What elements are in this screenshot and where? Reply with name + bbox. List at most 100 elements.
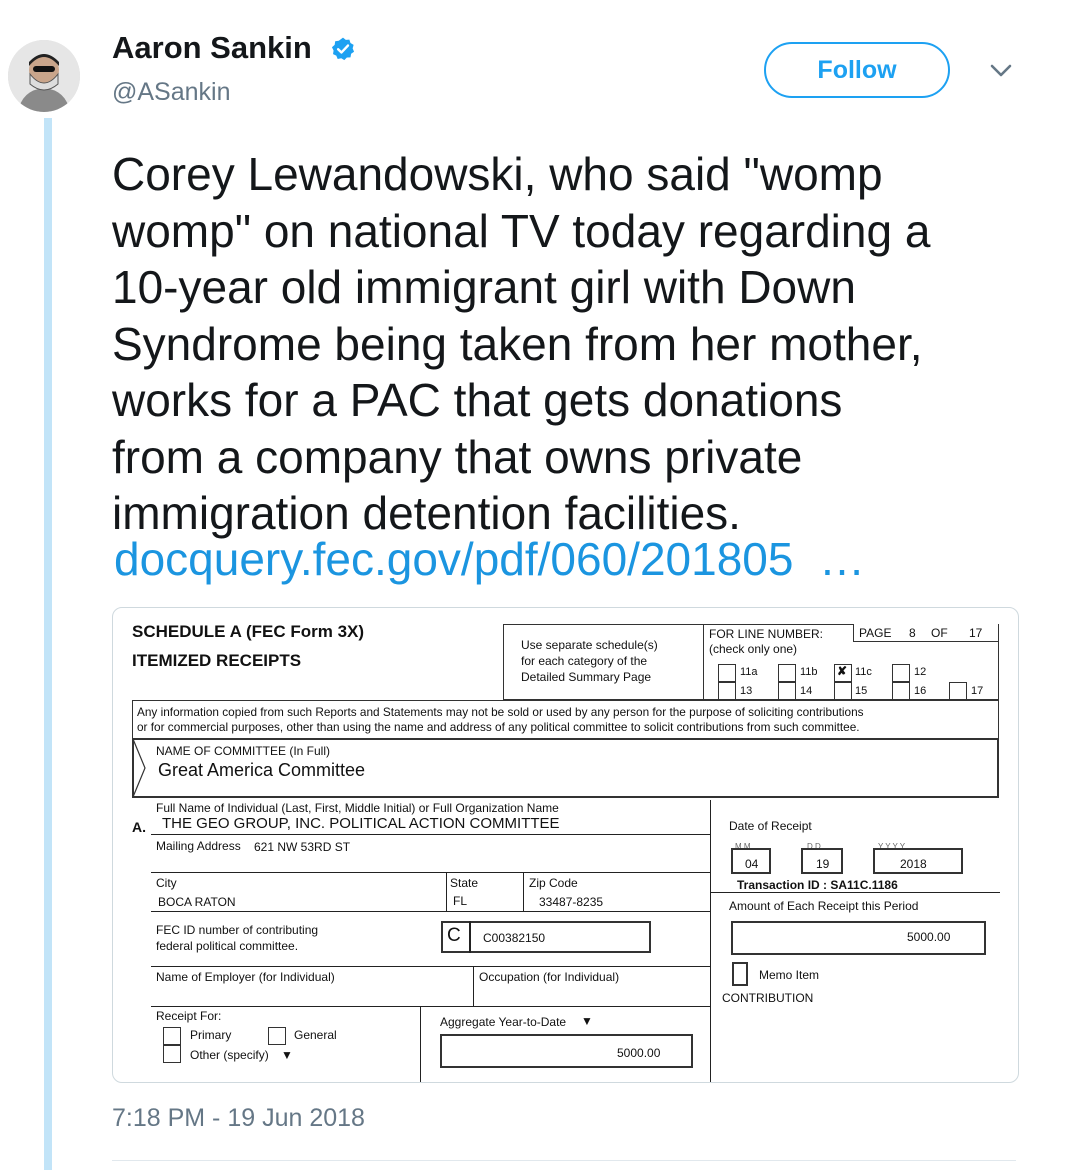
full-name-label: Full Name of Individual (Last, First, Mi… [156,801,559,815]
separate-text-3: Detailed Summary Page [521,670,652,684]
fec-id-field[interactable] [441,921,651,953]
aggregate-label: Aggregate Year-to-Date [440,1015,567,1029]
line-15-label: 15 [855,685,868,697]
rule [151,872,711,873]
line-13-label: 13 [740,685,753,697]
arrow-marker-icon [133,739,146,797]
date-month: 04 [745,857,759,871]
line-11b-label: 11b [800,666,818,678]
rule [446,872,447,912]
fec-form-image[interactable]: SCHEDULE A (FEC Form 3X) ITEMIZED RECEIP… [112,607,1019,1083]
aggregate-value: 5000.00 [617,1046,661,1060]
primary-label: Primary [190,1028,232,1042]
line-17-checkbox[interactable] [949,682,967,700]
date-label: Date of Receipt [729,819,812,833]
disclaimer-line-2: or for commercial purposes, other than u… [137,720,860,734]
other-dropdown-icon: ▼ [281,1048,293,1062]
tweet-link[interactable]: docquery.fec.gov/pdf/060/201805 … [114,532,865,586]
form-subtitle: ITEMIZED RECEIPTS [132,651,302,670]
rule [523,872,524,912]
zip-label: Zip Code [529,876,578,890]
rule [473,966,474,1006]
line-14-label: 14 [800,685,813,697]
primary-checkbox[interactable] [163,1027,181,1045]
rule [151,911,711,912]
line-11b-checkbox[interactable] [778,664,796,682]
amount-label: Amount of Each Receipt this Period [729,899,919,913]
date-day: 19 [816,857,830,871]
rule [710,800,711,1082]
aggregate-dropdown-icon: ▼ [581,1014,593,1028]
fec-id-value: C00382150 [483,931,546,945]
fec-id-prefix: C [447,925,461,946]
general-label: General [294,1028,337,1042]
author-handle[interactable]: @ASankin [112,78,231,107]
check-only-label: (check only one) [709,642,798,656]
rule [151,834,711,835]
tweet-timestamp[interactable]: 7:18 PM - 19 Jun 2018 [112,1104,365,1133]
general-checkbox[interactable] [268,1027,286,1045]
full-name-value: THE GEO GROUP, INC. POLITICAL ACTION COM… [162,815,560,832]
committee-label: NAME OF COMMITTEE (In Full) [156,744,330,758]
section-letter: A. [132,819,146,835]
city-label: City [156,876,177,890]
contribution-label: CONTRIBUTION [722,991,814,1005]
fec-id-label-1: FEC ID number of contributing [156,923,319,937]
mailing-label: Mailing Address [156,839,241,853]
chevron-down-icon[interactable] [986,58,1016,82]
for-line-label: FOR LINE NUMBER: [709,627,824,641]
memo-checkbox[interactable] [732,962,748,986]
avatar[interactable] [8,40,80,112]
city-value: BOCA RATON [158,895,236,909]
divider [112,1160,1016,1161]
line-15-checkbox[interactable] [834,682,852,700]
line-16-checkbox[interactable] [892,682,910,700]
page-label: PAGE [859,626,892,640]
rule [151,966,711,967]
tweet-link-text[interactable]: docquery.fec.gov/pdf/060/201805 [114,533,793,585]
disclaimer-line-1: Any information copied from such Reports… [137,705,864,719]
committee-name: Great America Committee [158,760,366,780]
mailing-value: 621 NW 53RD ST [254,840,351,854]
line-13-checkbox[interactable] [718,682,736,700]
tweet-link-ellipsis[interactable]: … [819,533,865,585]
separate-text-2: for each category of the [521,654,648,668]
memo-label: Memo Item [759,968,820,982]
page-total: 17 [969,626,983,640]
line-11a-label: 11a [740,666,758,678]
tweet-text: Corey Lewandowski, who said "womp womp" … [112,148,931,539]
line-14-checkbox[interactable] [778,682,796,700]
transaction-id: Transaction ID : SA11C.1186 [737,878,898,892]
rule [420,1006,421,1082]
rule [151,1006,711,1007]
fec-id-label-2: federal political committee. [156,939,299,953]
state-value: FL [453,894,468,908]
line-12-label: 12 [914,666,927,678]
avatar-photo-icon [8,40,80,112]
line-17-label: 17 [971,685,984,697]
page-number: 8 [909,626,916,640]
checked-mark: ✘ [837,664,848,678]
state-label: State [450,876,479,890]
form-title: SCHEDULE A (FEC Form 3X) [132,622,365,641]
line-11a-checkbox[interactable] [718,664,736,682]
employer-label: Name of Employer (for Individual) [156,970,335,984]
occupation-label: Occupation (for Individual) [479,970,620,984]
rule [469,921,471,953]
follow-button[interactable]: Follow [764,42,950,98]
of-label: OF [931,626,948,640]
zip-value: 33487-8235 [539,895,604,909]
line-16-label: 16 [914,685,927,697]
amount-value: 5000.00 [907,930,951,944]
line-11c-label: 11c [855,666,872,678]
line-12-checkbox[interactable] [892,664,910,682]
thread-line [44,118,52,1170]
author-name[interactable]: Aaron Sankin [112,30,312,66]
separate-text-1: Use separate schedule(s) [521,638,658,652]
rule [710,892,1000,893]
date-year: 2018 [900,857,927,871]
other-label: Other (specify) [190,1048,269,1062]
verified-badge-icon [331,37,355,61]
receipt-for-label: Receipt For: [156,1009,222,1023]
other-checkbox[interactable] [163,1045,181,1063]
